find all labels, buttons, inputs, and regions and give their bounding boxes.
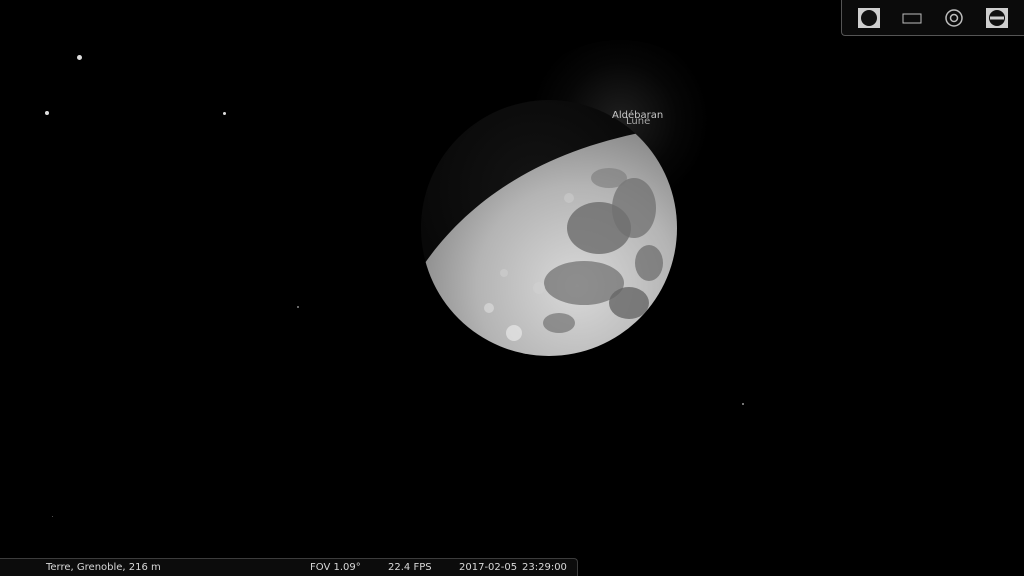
exit-icon xyxy=(985,7,1008,28)
fullscreen-icon xyxy=(902,13,922,23)
star[interactable] xyxy=(45,111,49,115)
exit-button[interactable] xyxy=(983,6,1011,30)
night-mode-icon xyxy=(858,7,881,28)
toolbar xyxy=(841,0,1024,36)
star[interactable] xyxy=(77,55,82,60)
date-text[interactable]: 2017-02-05 xyxy=(459,562,517,573)
moon-label[interactable]: Lune xyxy=(626,116,650,127)
star[interactable] xyxy=(297,306,299,308)
star[interactable] xyxy=(223,112,226,115)
star[interactable] xyxy=(52,516,53,517)
target-icon xyxy=(945,8,963,27)
sky-view[interactable]: Aldébaran Lune xyxy=(0,0,1024,576)
time-text[interactable]: 23:29:00 xyxy=(522,562,567,573)
target-button[interactable] xyxy=(940,6,968,30)
fullscreen-button[interactable] xyxy=(898,6,926,30)
night-mode-button[interactable] xyxy=(855,6,883,30)
fov-text[interactable]: FOV 1.09° xyxy=(310,562,361,573)
star[interactable] xyxy=(742,403,744,405)
fps-text: 22.4 FPS xyxy=(388,562,432,573)
status-bar: Terre, Grenoble, 216 m FOV 1.09° 22.4 FP… xyxy=(0,558,578,576)
location-text[interactable]: Terre, Grenoble, 216 m xyxy=(46,562,161,573)
